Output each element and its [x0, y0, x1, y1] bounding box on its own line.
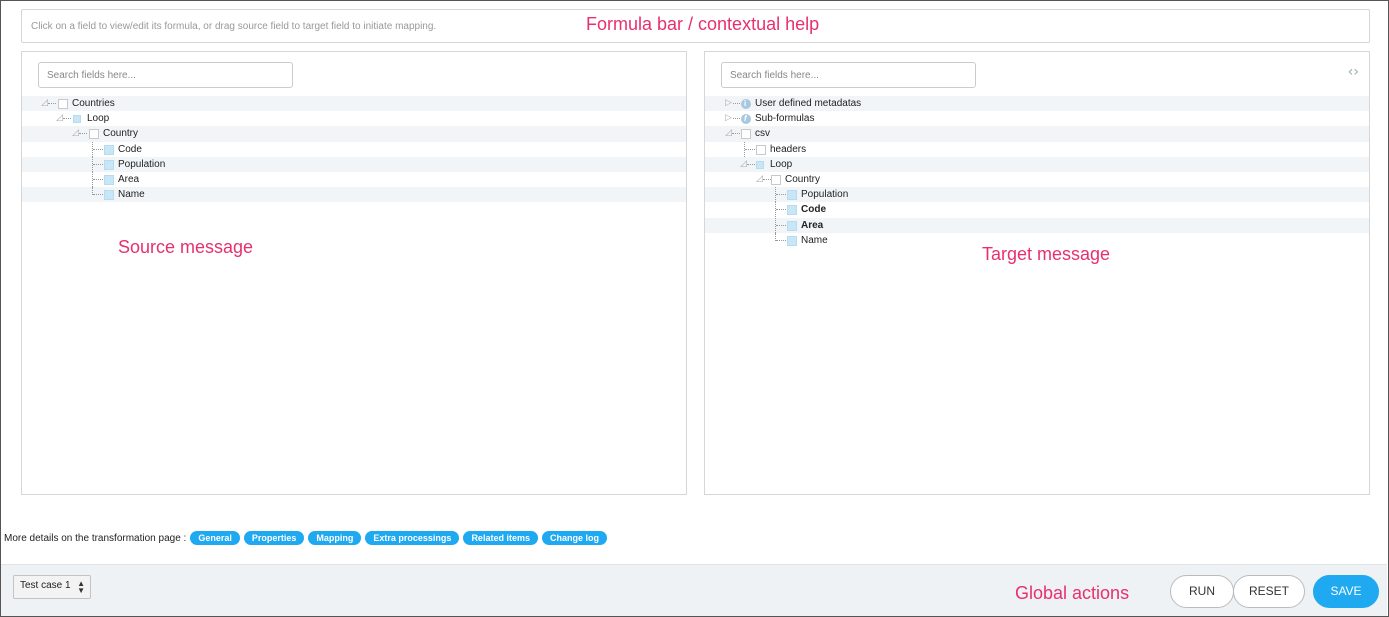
tree-node-label: headers [770, 143, 807, 155]
tree-node-sub-formulas[interactable]: ▷ Sub-formulas [705, 111, 1369, 126]
tree-node-code[interactable]: Code [22, 141, 686, 157]
tree-node-label: Country [103, 128, 139, 140]
collapse-icon[interactable]: ◿ [740, 157, 747, 172]
link-properties[interactable]: Properties [243, 531, 305, 545]
link-related-items[interactable]: Related items [463, 531, 538, 545]
tree-node-label: csv [755, 128, 770, 140]
collapse-icon[interactable]: ◿ [41, 96, 48, 111]
tree-node-label: Area [118, 173, 140, 185]
run-button[interactable]: RUN [1170, 575, 1234, 608]
tree-node-label: User defined metadatas [755, 98, 862, 109]
loop-icon [756, 160, 764, 169]
target-message-panel: ‹› ▷ User defined metadatas ▷ Sub-formul… [704, 51, 1370, 495]
link-general[interactable]: General [190, 531, 240, 545]
collapse-icon[interactable]: ◿ [725, 126, 732, 141]
expand-icon[interactable]: ▷ [725, 111, 732, 126]
field-icon [104, 174, 114, 185]
collapse-icon[interactable]: ◿ [72, 126, 79, 141]
tree-node-countries[interactable]: ◿ Countries [22, 96, 686, 112]
element-icon [756, 144, 766, 155]
tree-node-label: Code [801, 204, 826, 216]
tree-node-label: Countries [72, 98, 115, 109]
annotation-global-actions: Global actions [1015, 583, 1130, 603]
tree-node-code[interactable]: Code [705, 202, 1369, 218]
tree-node-label: Name [801, 234, 828, 246]
element-icon [89, 129, 99, 140]
tree-node-population[interactable]: Population [705, 187, 1369, 203]
element-icon [771, 174, 781, 185]
details-label: More details on the transformation page … [4, 532, 187, 544]
source-search-input[interactable] [38, 62, 293, 88]
link-mapping[interactable]: Mapping [308, 531, 362, 545]
source-tree: ◿ Countries ◿ Loop ◿ Country Code Popula… [22, 96, 686, 203]
field-icon [104, 190, 114, 201]
tree-node-label: Loop [87, 113, 110, 125]
tree-node-label: Area [801, 219, 824, 231]
field-icon [787, 205, 797, 216]
tree-node-name[interactable]: Name [22, 187, 686, 203]
select-arrows-icon: ▲ ▼ [77, 579, 85, 595]
annotation-formula-bar: Formula bar / contextual help [586, 14, 820, 34]
tree-node-country[interactable]: ◿ Country [705, 172, 1369, 187]
test-case-select[interactable]: Test case 1 ▲ ▼ [13, 575, 91, 599]
element-icon [58, 99, 68, 109]
formula-icon [741, 111, 751, 126]
test-case-value: Test case 1 [20, 580, 71, 591]
code-view-icon[interactable]: ‹› [1348, 64, 1359, 80]
target-tree: ▷ User defined metadatas ▷ Sub-formulas … [705, 96, 1369, 248]
link-change-log[interactable]: Change log [541, 531, 607, 545]
tree-node-label: Code [118, 143, 142, 155]
tree-node-country[interactable]: ◿ Country [22, 126, 686, 142]
tree-node-label: Name [118, 189, 145, 201]
field-icon [104, 159, 114, 170]
collapse-icon[interactable]: ◿ [56, 111, 63, 126]
tree-node-label: Country [785, 173, 821, 185]
tree-node-label: Loop [770, 158, 793, 170]
tree-node-loop[interactable]: ◿ Loop [705, 156, 1369, 172]
source-message-panel: ◿ Countries ◿ Loop ◿ Country Code [21, 51, 687, 495]
tree-node-label: Sub-formulas [755, 113, 815, 125]
tree-node-area[interactable]: Area [22, 171, 686, 187]
tree-node-loop[interactable]: ◿ Loop [22, 111, 686, 126]
target-search-input[interactable] [721, 62, 976, 88]
tree-node-user-defined-metadatas[interactable]: ▷ User defined metadatas [705, 96, 1369, 112]
field-icon [787, 190, 797, 201]
tree-node-headers[interactable]: headers [705, 141, 1369, 157]
annotation-source: Source message [118, 237, 254, 257]
loop-icon [73, 115, 81, 124]
footer-bar: Test case 1 ▲ ▼ Global actions RUN RESET … [1, 564, 1387, 616]
transformation-details: More details on the transformation page … [4, 531, 611, 545]
field-icon [104, 144, 114, 155]
collapse-icon[interactable]: ◿ [756, 172, 763, 187]
tree-node-area[interactable]: Area [705, 217, 1369, 233]
save-button[interactable]: SAVE [1313, 575, 1379, 608]
formula-bar-hint: Click on a field to view/edit its formul… [31, 21, 437, 32]
info-icon [741, 96, 751, 111]
link-extra-processings[interactable]: Extra processings [365, 531, 460, 545]
expand-icon[interactable]: ▷ [725, 96, 732, 111]
tree-node-label: Population [801, 189, 849, 201]
tree-node-csv[interactable]: ◿ csv [705, 126, 1369, 142]
tree-node-population[interactable]: Population [22, 156, 686, 172]
tree-node-label: Population [118, 158, 166, 170]
annotation-target: Target message [982, 244, 1111, 264]
field-icon [787, 220, 797, 231]
reset-button[interactable]: RESET [1233, 575, 1305, 608]
element-icon [741, 129, 751, 140]
field-icon [787, 235, 797, 246]
